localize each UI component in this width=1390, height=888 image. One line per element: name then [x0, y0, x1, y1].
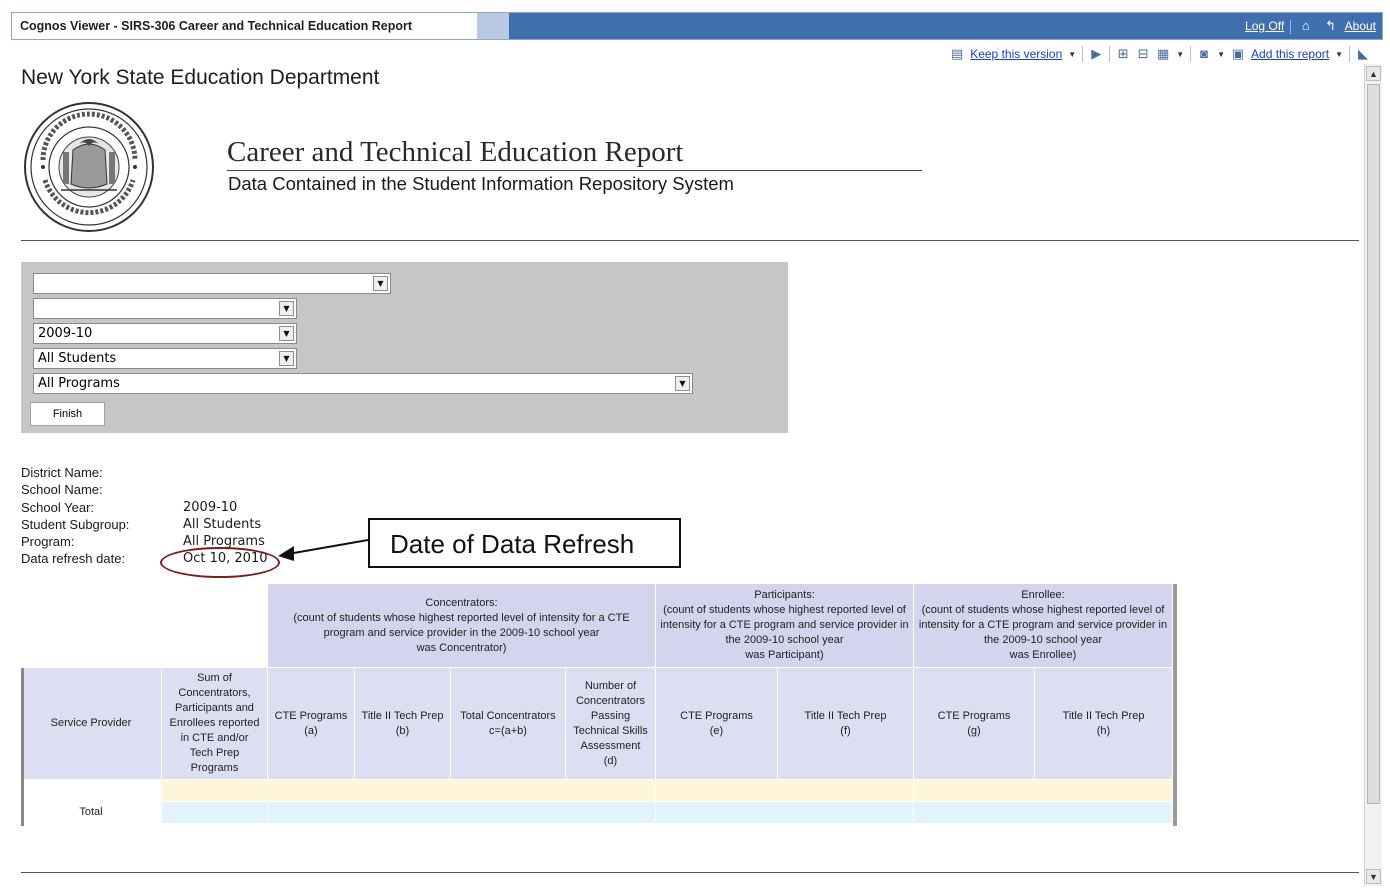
divider: [1289, 19, 1291, 34]
subgroup-value: All Students: [183, 516, 262, 532]
keep-version-link[interactable]: Keep this version: [970, 47, 1062, 61]
column-header-conc-tech: Title II Tech Prep (b): [355, 668, 451, 780]
drill-down-icon[interactable]: ⊞: [1116, 47, 1130, 61]
logoff-link[interactable]: Log Off: [1245, 19, 1284, 33]
divider: [1082, 46, 1084, 62]
viewer-toolbar: ▤ Keep this version ▼ ▶ ⊞ ⊟ ▦ ▼ ◙ ▼ ▣ Ad…: [950, 44, 1370, 64]
callout-box: Date of Data Refresh: [368, 518, 681, 568]
chevron-down-icon[interactable]: ▼: [1335, 50, 1343, 59]
group-header-concentrators: Concentrators: (count of students whose …: [268, 584, 656, 668]
program-select[interactable]: All Programs ▼: [33, 373, 693, 394]
header-divider: [21, 240, 1359, 241]
total-label: Total: [21, 802, 162, 824]
column-header-enr-tech: Title II Tech Prep (h): [1035, 668, 1173, 780]
refresh-label: Data refresh date:: [21, 551, 126, 567]
column-header-sum: Sum of Concentrators, Participants and E…: [162, 668, 268, 780]
prompt-panel: ▼ ▼ 2009-10 ▼ All Students ▼ All Program…: [21, 262, 788, 433]
column-header-conc-total: Total Concentrators c=(a+b): [451, 668, 566, 780]
state-seal-logo: [24, 102, 154, 232]
view-format-icon[interactable]: ◙: [1197, 47, 1211, 61]
column-header-enr-cte: CTE Programs (g): [914, 668, 1035, 780]
year-value: 2009-10: [183, 499, 238, 515]
chevron-down-icon[interactable]: ▼: [279, 351, 294, 366]
title-bar-links: Log Off ⌂ ↰ About: [1245, 18, 1376, 34]
column-header-conc-passing: Number of Concentrators Passing Technica…: [566, 668, 656, 780]
chevron-down-icon[interactable]: ▼: [279, 301, 294, 316]
divider: [1109, 46, 1111, 62]
organization-name: New York State Education Department: [21, 66, 380, 89]
table-corner: [21, 584, 268, 668]
table-cell: [162, 780, 268, 802]
table-cell: [656, 780, 914, 802]
footer-divider: [21, 872, 1359, 873]
table-left-border: [21, 668, 24, 826]
add-report-icon[interactable]: ▣: [1231, 47, 1245, 61]
column-header-part-tech: Title II Tech Prep (f): [778, 668, 914, 780]
column-header-part-cte: CTE Programs (e): [656, 668, 778, 780]
refresh-date-highlight: [160, 547, 280, 578]
district-row: District Name:: [21, 464, 268, 481]
about-link[interactable]: About: [1345, 19, 1376, 33]
table-cell: [162, 802, 268, 824]
chevron-down-icon[interactable]: ▼: [279, 326, 294, 341]
related-links-icon[interactable]: ▦: [1156, 47, 1170, 61]
layout-icon[interactable]: ◣: [1356, 47, 1370, 61]
chevron-down-icon[interactable]: ▼: [675, 376, 690, 391]
table-right-border: [1173, 584, 1177, 826]
add-report-link[interactable]: Add this report: [1251, 47, 1329, 61]
district-select[interactable]: ▼: [33, 273, 391, 294]
data-table: Concentrators: (count of students whose …: [21, 584, 1177, 826]
scroll-thumb[interactable]: [1367, 84, 1380, 804]
scroll-down-icon[interactable]: ▼: [1366, 869, 1381, 884]
group-header-enrollee: Enrollee: (count of students whose highe…: [914, 584, 1173, 668]
year-row: School Year: 2009-10: [21, 499, 268, 516]
divider: [1349, 46, 1350, 62]
subgroup-select[interactable]: All Students ▼: [33, 348, 297, 369]
table-cell: [914, 780, 1173, 802]
group-header-participants: Participants: (count of students whose h…: [656, 584, 914, 668]
year-label: School Year:: [21, 499, 95, 515]
title-underline: [227, 170, 922, 171]
chevron-down-icon[interactable]: ▼: [373, 276, 388, 291]
run-icon[interactable]: ▶: [1089, 47, 1103, 61]
table-row-provider: [21, 780, 162, 802]
scroll-up-icon[interactable]: ▲: [1366, 66, 1381, 81]
title-bar-separator: [477, 13, 509, 39]
district-label: District Name:: [21, 465, 103, 480]
column-header-service-provider: Service Provider: [21, 668, 162, 780]
year-select[interactable]: 2009-10 ▼: [33, 323, 297, 344]
drill-up-icon[interactable]: ⊟: [1136, 47, 1150, 61]
table-cell: [656, 802, 914, 824]
year-select-value: 2009-10: [38, 326, 93, 341]
table-cell: [268, 780, 656, 802]
chevron-down-icon[interactable]: ▼: [1176, 50, 1184, 59]
keep-version-icon[interactable]: ▤: [950, 47, 964, 61]
report-title: Career and Technical Education Report: [227, 136, 684, 168]
table-cell: [268, 802, 656, 824]
school-select[interactable]: ▼: [33, 298, 297, 319]
home-icon[interactable]: ⌂: [1302, 18, 1310, 33]
vertical-scrollbar[interactable]: ▲ ▼: [1364, 64, 1382, 886]
title-bar: Cognos Viewer - SIRS-306 Career and Tech…: [11, 12, 1383, 40]
chevron-down-icon[interactable]: ▼: [1217, 50, 1225, 59]
finish-button[interactable]: Finish: [30, 402, 105, 426]
program-select-value: All Programs: [38, 376, 120, 391]
report-subtitle: Data Contained in the Student Informatio…: [228, 173, 734, 194]
subgroup-select-value: All Students: [38, 351, 117, 366]
program-label: Program:: [21, 534, 75, 550]
window-title: Cognos Viewer - SIRS-306 Career and Tech…: [12, 13, 477, 39]
divider: [1190, 46, 1192, 62]
subgroup-label: Student Subgroup:: [21, 516, 130, 532]
callout-arrow-icon: [278, 539, 369, 561]
return-icon[interactable]: ↰: [1325, 18, 1336, 33]
school-row: School Name:: [21, 481, 268, 498]
school-label: School Name:: [21, 482, 103, 498]
subgroup-row: Student Subgroup: All Students: [21, 516, 268, 533]
table-cell: [914, 802, 1173, 824]
chevron-down-icon[interactable]: ▼: [1068, 50, 1076, 59]
column-header-conc-cte: CTE Programs (a): [268, 668, 355, 780]
